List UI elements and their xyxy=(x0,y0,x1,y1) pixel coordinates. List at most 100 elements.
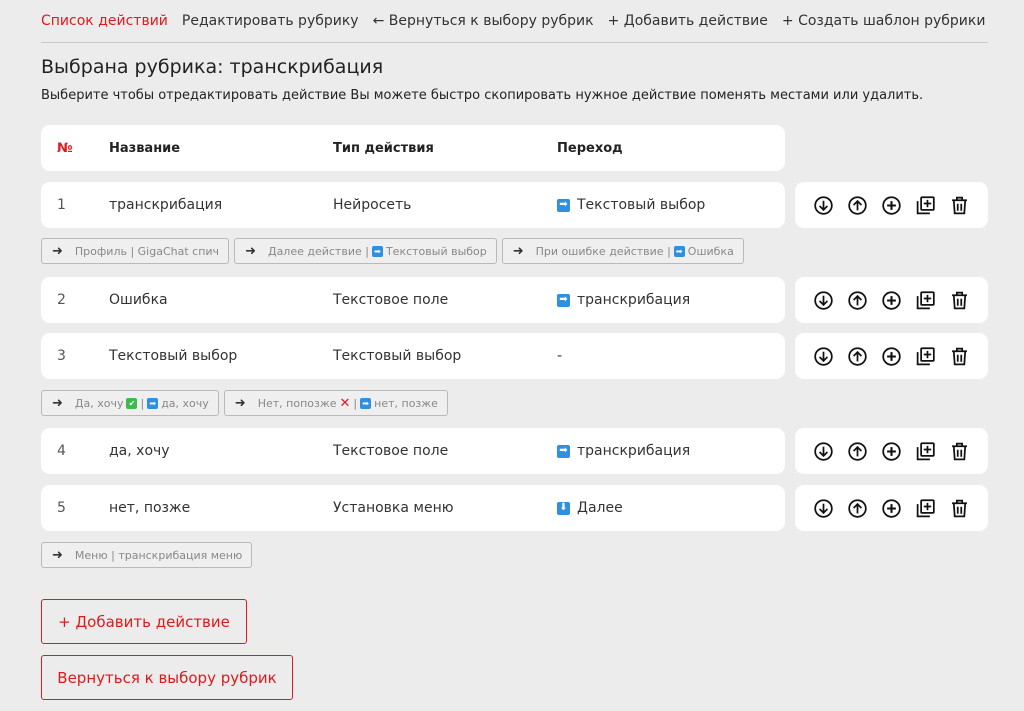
nav-add-action[interactable]: + Добавить действие xyxy=(608,13,768,29)
arrow-right-icon: ➡ xyxy=(147,397,159,409)
move-down-icon[interactable] xyxy=(812,439,836,463)
row-actions xyxy=(795,428,988,474)
link-chip[interactable]: ➜ Профиль | GigaChat спич xyxy=(41,238,230,264)
arrow-icon: ➜ xyxy=(245,243,256,259)
row-type: Нейросеть xyxy=(333,197,412,213)
nav-edit-category[interactable]: Редактировать рубрику xyxy=(182,13,359,29)
row-transition: ➡ транскрибация xyxy=(557,428,690,474)
back-to-categories-button[interactable]: Вернуться к выбору рубрик xyxy=(41,655,293,700)
arrow-right-icon: ➡ xyxy=(557,198,570,212)
arrow-right-icon: ➡ xyxy=(557,293,570,307)
move-up-icon[interactable] xyxy=(846,193,870,217)
row-name: Текстовый выбор xyxy=(109,348,238,364)
arrow-right-icon: ➡ xyxy=(360,397,372,409)
add-circle-icon[interactable] xyxy=(880,288,904,312)
row-actions xyxy=(795,182,988,228)
link-chip[interactable]: ➜ При ошибке действие | ➡ Ошибка xyxy=(501,238,744,264)
row-actions xyxy=(795,485,988,531)
row-transition-label: Далее xyxy=(577,500,623,516)
row-transition-label: - xyxy=(557,348,563,364)
row-num: 3 xyxy=(57,348,66,364)
add-circle-icon[interactable] xyxy=(880,344,904,368)
move-up-icon[interactable] xyxy=(846,496,870,520)
row-name: транскрибация xyxy=(109,197,223,213)
row-transition: - xyxy=(557,333,562,379)
delete-icon[interactable] xyxy=(948,288,972,312)
link-chip[interactable]: ➜ Меню | транскрибация меню xyxy=(41,542,253,568)
nav-back-to-categories[interactable]: ← Вернуться к выбору рубрик xyxy=(373,13,594,29)
arrow-icon: ➜ xyxy=(52,395,63,411)
add-circle-icon[interactable] xyxy=(880,439,904,463)
arrow-down-icon: ⬇ xyxy=(557,501,570,515)
header-name: Название xyxy=(109,140,181,156)
cross-icon: ✕ xyxy=(339,395,351,411)
row-transition-label: Текстовый выбор xyxy=(577,197,706,213)
move-down-icon[interactable] xyxy=(812,496,836,520)
page-wrapper: Список действий Редактировать рубрику ← … xyxy=(41,0,988,700)
row-num: 1 xyxy=(57,197,66,213)
nav-create-template[interactable]: + Создать шаблон рубрики xyxy=(782,13,986,29)
row-actions xyxy=(795,333,988,379)
row-num: 2 xyxy=(57,292,66,308)
move-down-icon[interactable] xyxy=(812,344,836,368)
add-circle-icon[interactable] xyxy=(880,496,904,520)
header-transition: Переход xyxy=(557,140,623,156)
arrow-right-icon: ➡ xyxy=(371,245,383,257)
add-action-button[interactable]: + Добавить действие xyxy=(41,599,247,644)
row-transition-label: транскрибация xyxy=(577,443,691,459)
check-icon: ✔ xyxy=(126,397,138,409)
add-circle-icon[interactable] xyxy=(880,193,904,217)
move-up-icon[interactable] xyxy=(846,288,870,312)
row-transition: ⬇ Далее xyxy=(557,485,623,531)
row-transition: ➡ Текстовый выбор xyxy=(557,182,705,228)
table-row[interactable]: 4 да, хочу Текстовое поле ➡ транскрибация xyxy=(41,428,785,474)
row-actions xyxy=(795,277,988,323)
row-type: Текстовое поле xyxy=(333,292,449,308)
nav-action-list[interactable]: Список действий xyxy=(41,13,168,29)
table-header: № Название Тип действия Переход xyxy=(41,125,785,171)
copy-icon[interactable] xyxy=(914,344,938,368)
header-type: Тип действия xyxy=(333,140,434,156)
arrow-icon: ➜ xyxy=(512,243,524,259)
arrow-icon: ➜ xyxy=(52,243,63,259)
row-name: Ошибка xyxy=(109,292,168,308)
row-transition-label: транскрибация xyxy=(577,292,691,308)
copy-icon[interactable] xyxy=(914,288,938,312)
move-up-icon[interactable] xyxy=(846,344,870,368)
row-num: 4 xyxy=(57,443,66,459)
copy-icon[interactable] xyxy=(914,193,938,217)
delete-icon[interactable] xyxy=(948,496,972,520)
arrow-right-icon: ➡ xyxy=(557,444,570,458)
delete-icon[interactable] xyxy=(948,439,972,463)
row-type: Текстовое поле xyxy=(333,443,449,459)
link-chip[interactable]: ➜ Да, хочу ✔ | ➡ да, хочу xyxy=(41,390,219,416)
row-name: да, хочу xyxy=(109,443,170,459)
delete-icon[interactable] xyxy=(948,344,972,368)
row-1-links: ➜ Профиль | GigaChat спич ➜ Далее действие… xyxy=(41,238,744,264)
page-title: Выбрана рубрика: транскрибация xyxy=(41,56,384,78)
move-up-icon[interactable] xyxy=(846,439,870,463)
table-row[interactable]: 5 нет, позже Установка меню ⬇ Далее xyxy=(41,485,785,531)
arrow-right-icon: ➡ xyxy=(673,245,685,257)
row-transition: ➡ транскрибация xyxy=(557,277,690,323)
delete-icon[interactable] xyxy=(948,193,972,217)
row-name: нет, позже xyxy=(109,500,191,516)
table-row[interactable]: 2 Ошибка Текстовое поле ➡ транскрибация xyxy=(41,277,785,323)
table-row[interactable]: 1 транскрибация Нейросеть ➡ Текстовый выб… xyxy=(41,182,785,228)
row-type: Текстовый выбор xyxy=(333,348,462,364)
row-type: Установка меню xyxy=(333,500,454,516)
move-down-icon[interactable] xyxy=(812,193,836,217)
table-row[interactable]: 3 Текстовый выбор Текстовый выбор - xyxy=(41,333,785,379)
row-3-links: ➜ Да, хочу ✔ | ➡ да, хочу ➜ Нет, попозже ✕ | ➡ нет… xyxy=(41,390,448,416)
row-num: 5 xyxy=(57,500,66,516)
link-chip[interactable]: ➜ Нет, попозже ✕ | ➡ нет, позже xyxy=(223,390,448,416)
arrow-icon: ➜ xyxy=(234,395,246,411)
link-chip[interactable]: ➜ Далее действие | ➡ Текстовый выбор xyxy=(234,238,497,264)
copy-icon[interactable] xyxy=(914,496,938,520)
arrow-icon: ➜ xyxy=(52,547,63,563)
header-num: № xyxy=(57,140,73,156)
copy-icon[interactable] xyxy=(914,439,938,463)
row-5-links: ➜ Меню | транскрибация меню xyxy=(41,542,253,568)
move-down-icon[interactable] xyxy=(812,288,836,312)
page-description: Выберите чтобы отредактировать действие … xyxy=(41,88,924,103)
